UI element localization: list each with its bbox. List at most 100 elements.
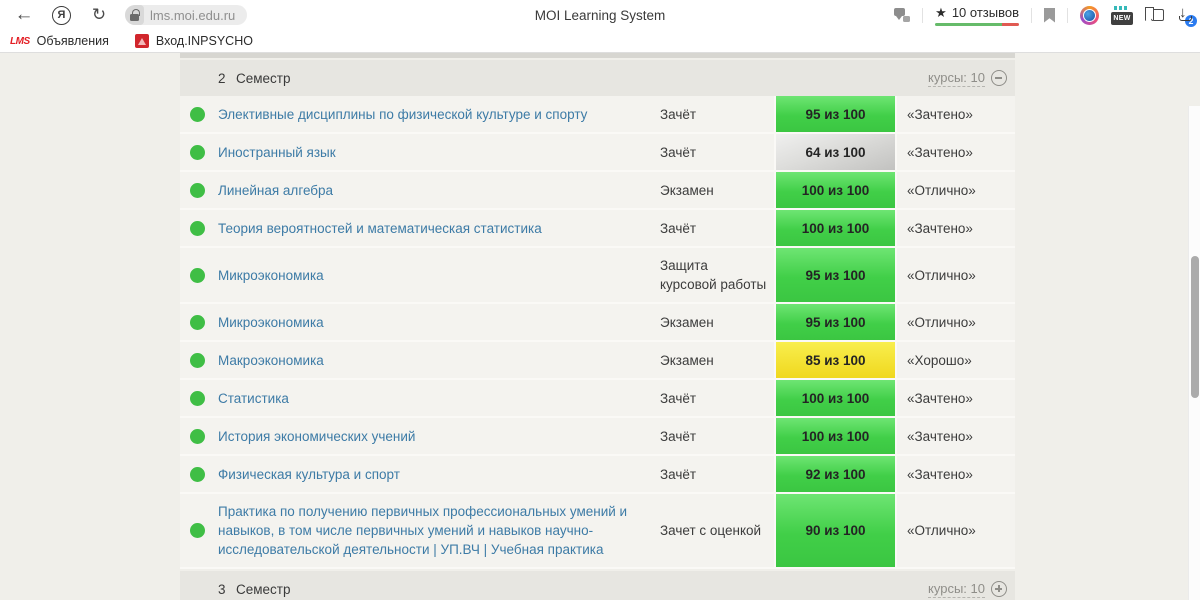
semester-title: Семестр [236, 581, 291, 597]
course-link[interactable]: Линейная алгебра [218, 181, 333, 200]
star-icon [935, 5, 947, 21]
course-row: Элективные дисциплины по физической куль… [180, 96, 1015, 134]
grade-text: «Хорошо» [907, 352, 972, 368]
semester-number: 3 [218, 581, 226, 597]
browser-toolbar: Я lms.moi.edu.ru MOI Learning System 10 … [0, 0, 1200, 30]
semester-number: 2 [218, 70, 226, 86]
score-badge: 64 из 100 [774, 134, 897, 170]
bookmark-label: Объявления [36, 34, 109, 48]
grades-table: 2 Семестр курсы: 10 Элективные дисциплин… [180, 53, 1015, 600]
score-badge: 95 из 100 [774, 248, 897, 302]
bookmark-label: Вход.INPSYCHO [155, 34, 253, 48]
assessment-type: Защита курсовой работы [660, 258, 767, 292]
course-link[interactable]: Теория вероятностей и математическая ста… [218, 219, 542, 238]
assessment-type: Зачёт [660, 428, 697, 444]
assessment-type: Экзамен [660, 182, 714, 198]
collections-icon[interactable] [1145, 7, 1164, 23]
divider [1031, 7, 1032, 23]
download-count-badge: 2 [1185, 15, 1197, 27]
grade-text: «Зачтено» [907, 390, 973, 406]
rating-bar [935, 22, 1019, 26]
course-row: Физическая культура и спорт Зачёт 92 из … [180, 456, 1015, 494]
download-icon[interactable]: 2 [1176, 4, 1197, 27]
feedback-icon[interactable] [894, 8, 911, 22]
course-row: Микроэкономика Экзамен 95 из 100 «Отличн… [180, 304, 1015, 342]
bookmark-item-inpsycho[interactable]: Вход.INPSYCHO [134, 34, 253, 48]
new-badge-label: NEW [1111, 11, 1133, 25]
inpsycho-favicon [134, 34, 149, 48]
course-link[interactable]: Физическая культура и спорт [218, 465, 400, 484]
assessment-type: Зачёт [660, 106, 697, 122]
course-row: История экономических учений Зачёт 100 и… [180, 418, 1015, 456]
status-dot-icon [189, 314, 205, 330]
divider [922, 7, 924, 23]
url-text[interactable]: lms.moi.edu.ru [144, 8, 235, 23]
score-badge: 100 из 100 [774, 418, 897, 454]
grade-text: «Зачтено» [907, 220, 973, 236]
course-link[interactable]: История экономических учений [218, 427, 415, 446]
grade-text: «Зачтено» [907, 466, 973, 482]
course-link[interactable]: Микроэкономика [218, 313, 324, 332]
back-icon[interactable] [12, 4, 36, 26]
lms-favicon: LMS [10, 35, 30, 47]
course-link[interactable]: Иностранный язык [218, 143, 336, 162]
collapse-minus-circle-icon[interactable] [991, 70, 1007, 86]
assessment-type: Зачет с оценкой [660, 523, 762, 538]
lms-page: 2 Семестр курсы: 10 Элективные дисциплин… [0, 53, 1200, 600]
score-badge: 85 из 100 [774, 342, 897, 378]
bookmarks-bar: LMS Объявления Вход.INPSYCHO [0, 30, 1200, 53]
score-badge: 95 из 100 [774, 304, 897, 340]
score-badge: 90 из 100 [774, 494, 897, 567]
course-link[interactable]: Статистика [218, 389, 289, 408]
page-scrollbar[interactable] [1188, 106, 1200, 600]
lock-icon[interactable] [125, 5, 144, 25]
score-badge: 100 из 100 [774, 380, 897, 416]
new-extension-icon[interactable]: NEW [1111, 5, 1133, 25]
browser-chrome: Я lms.moi.edu.ru MOI Learning System 10 … [0, 0, 1200, 53]
scrollbar-thumb[interactable] [1191, 256, 1199, 398]
refresh-icon[interactable] [88, 5, 110, 25]
status-dot-icon [189, 267, 205, 283]
yandex-logo-icon[interactable]: Я [52, 5, 71, 25]
course-row: Иностранный язык Зачёт 64 из 100 «Зачтен… [180, 134, 1015, 172]
course-row: Макроэкономика Экзамен 85 из 100 «Хорошо… [180, 342, 1015, 380]
status-dot-icon [189, 220, 205, 236]
site-reviews-button[interactable]: 10 отзывов [935, 5, 1019, 26]
bookmark-flag-icon[interactable] [1044, 7, 1055, 23]
score-badge: 100 из 100 [774, 210, 897, 246]
expand-plus-circle-icon[interactable] [991, 581, 1007, 597]
semester-title: Семестр [236, 70, 291, 86]
course-rows: Элективные дисциплины по физической куль… [180, 96, 1015, 569]
assessment-type: Зачёт [660, 220, 697, 236]
course-link[interactable]: Микроэкономика [218, 266, 324, 285]
toolbar-right-icons: 10 отзывов NEW 2 [894, 0, 1197, 30]
address-bar[interactable]: lms.moi.edu.ru [125, 5, 247, 25]
score-badge: 100 из 100 [774, 172, 897, 208]
divider [1067, 7, 1068, 23]
assessment-type: Зачёт [660, 390, 697, 406]
grade-text: «Зачтено» [907, 428, 973, 444]
grade-text: «Отлично» [907, 182, 976, 198]
extension-logo-icon[interactable] [1080, 5, 1099, 25]
semester-2-header: 2 Семестр курсы: 10 [180, 60, 1015, 96]
status-dot-icon [189, 523, 205, 538]
course-link[interactable]: Элективные дисциплины по физической куль… [218, 105, 587, 124]
courses-count-link[interactable]: курсы: 10 [928, 581, 985, 598]
grade-text: «Отлично» [907, 523, 976, 538]
score-badge: 92 из 100 [774, 456, 897, 492]
course-link[interactable]: Макроэкономика [218, 351, 324, 370]
status-dot-icon [189, 390, 205, 406]
course-link[interactable]: Практика по получению первичных професси… [218, 502, 640, 559]
assessment-type: Экзамен [660, 352, 714, 368]
status-dot-icon [189, 144, 205, 160]
reviews-count-label: 10 отзывов [951, 5, 1019, 20]
score-badge: 95 из 100 [774, 96, 897, 132]
grade-text: «Отлично» [907, 314, 976, 330]
assessment-type: Зачёт [660, 144, 697, 160]
previous-semester-edge [180, 53, 1015, 58]
courses-count-link[interactable]: курсы: 10 [928, 70, 985, 87]
grade-text: «Зачтено» [907, 106, 973, 122]
assessment-type: Зачёт [660, 466, 697, 482]
course-row: Микроэкономика Защита курсовой работы 95… [180, 248, 1015, 304]
bookmark-item-announcements[interactable]: LMS Объявления [10, 34, 109, 48]
